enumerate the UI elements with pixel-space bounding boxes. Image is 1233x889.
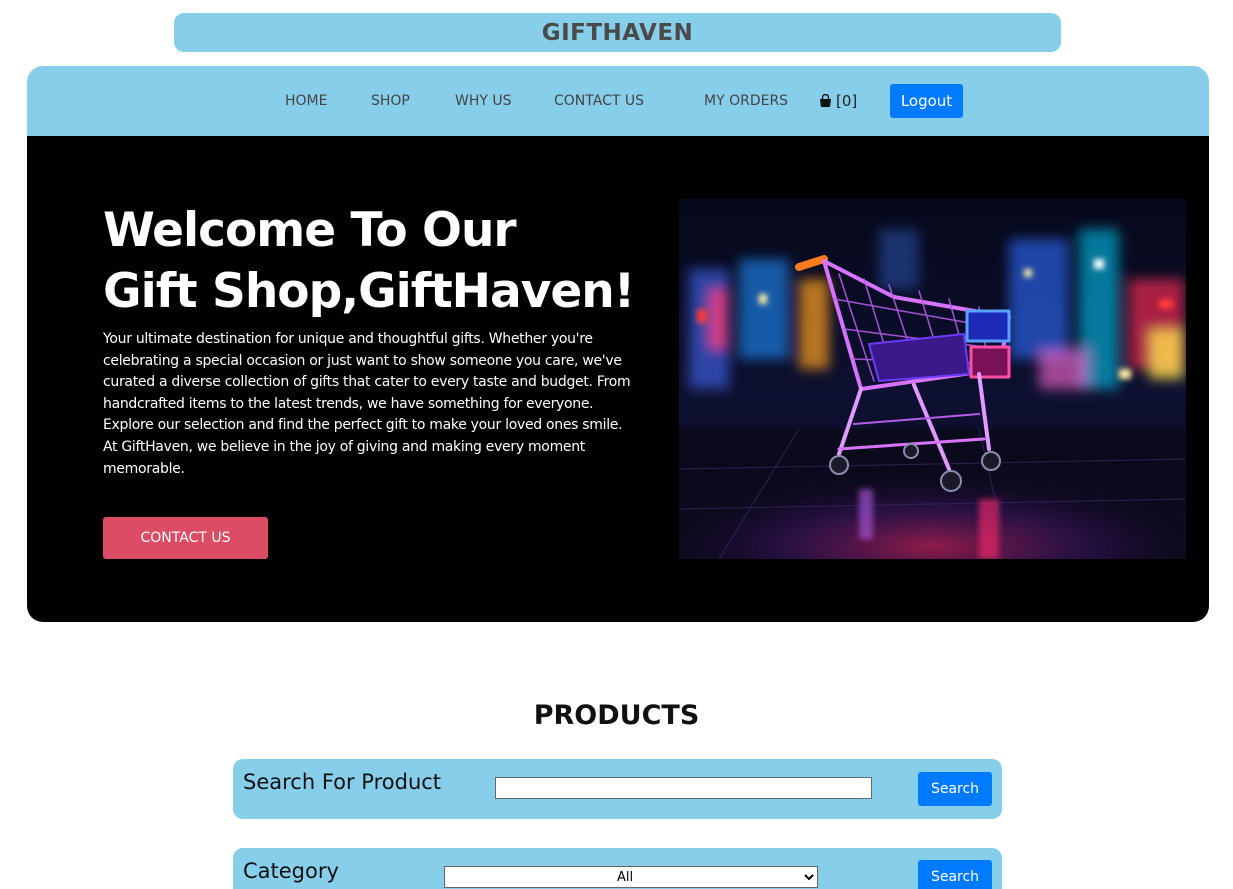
category-select[interactable]: All: [444, 866, 818, 888]
shopping-bag-icon: [819, 93, 832, 108]
hero-section: Welcome To Our Gift Shop,GiftHaven! Your…: [27, 136, 1209, 622]
hero-heading: Welcome To Our Gift Shop,GiftHaven!: [103, 200, 663, 322]
nav-home[interactable]: HOME: [285, 66, 327, 136]
hero-heading-line2: Gift Shop,GiftHaven!: [103, 264, 635, 319]
nav-my-orders[interactable]: MY ORDERS: [704, 66, 788, 136]
brand-bar: GIFTHAVEN: [174, 13, 1061, 52]
nav-why-us[interactable]: WHY US: [455, 66, 512, 136]
nav-contact-us[interactable]: CONTACT US: [554, 66, 644, 136]
contact-us-button[interactable]: CONTACT US: [103, 517, 268, 559]
category-filter-panel: Category All Search: [233, 848, 1002, 889]
product-search-input[interactable]: [495, 777, 872, 799]
category-search-button[interactable]: Search: [918, 860, 992, 889]
search-label: Search For Product: [243, 770, 442, 794]
search-button[interactable]: Search: [918, 772, 992, 806]
page: GIFTHAVEN HOME SHOP WHY US CONTACT US MY…: [0, 0, 1233, 889]
cart-count: [0]: [836, 92, 858, 110]
nav-shop[interactable]: SHOP: [371, 66, 410, 136]
hero-heading-line1: Welcome To Our: [103, 203, 517, 258]
hero-description: Your ultimate destination for unique and…: [103, 331, 631, 477]
main-nav: HOME SHOP WHY US CONTACT US MY ORDERS [0…: [27, 66, 1209, 136]
brand-title: GIFTHAVEN: [541, 19, 694, 46]
category-label: Category: [243, 859, 339, 883]
cart-link[interactable]: [0]: [819, 66, 857, 136]
logout-button[interactable]: Logout: [890, 84, 963, 118]
product-search-panel: Search For Product Search: [233, 759, 1002, 819]
products-title: PRODUCTS: [533, 700, 700, 731]
shopping-cart-image: [679, 199, 1186, 559]
